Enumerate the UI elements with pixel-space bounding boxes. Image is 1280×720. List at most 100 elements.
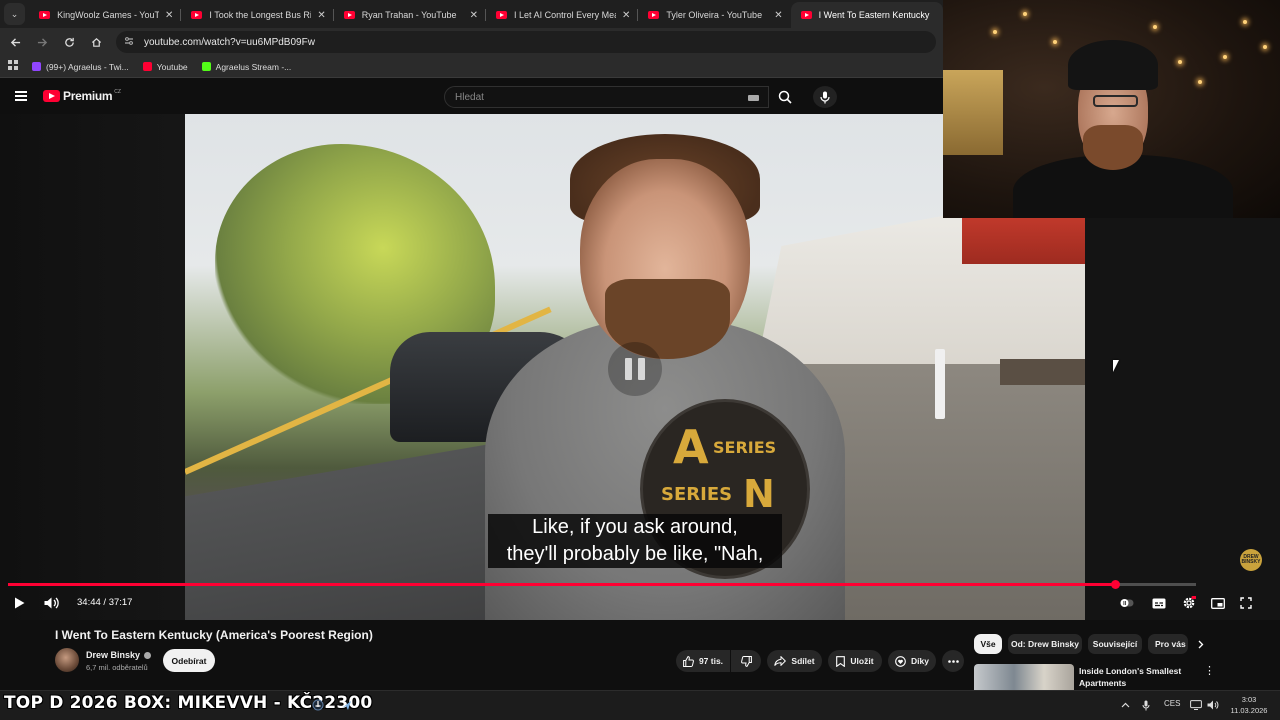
steam-icon[interactable] (338, 698, 354, 712)
progress-played (8, 583, 1115, 586)
back-arrow-icon[interactable] (3, 30, 27, 54)
subscriber-count: 6,7 mil. odběratelů (86, 663, 148, 672)
shirt-text: N (743, 472, 775, 516)
volume-icon (44, 597, 59, 609)
fullscreen-button[interactable] (1238, 594, 1254, 612)
microphone-icon (820, 91, 830, 103)
fullscreen-icon (1240, 597, 1252, 609)
tab-title: I Took the Longest Bus Ride in A (209, 10, 312, 20)
settings-button[interactable] (1180, 594, 1198, 612)
youtube-logo[interactable]: Premium CZ (43, 89, 121, 103)
thanks-icon (895, 655, 906, 667)
forward-arrow-icon[interactable] (30, 30, 54, 54)
volume-button[interactable] (42, 594, 60, 612)
progress-scrubber[interactable] (1110, 580, 1120, 589)
search-button[interactable] (769, 86, 801, 108)
thanks-button[interactable]: Díky (888, 650, 936, 672)
shirt-text: SERIES (661, 484, 733, 505)
site-info-icon[interactable] (124, 36, 134, 49)
bookmark-twitch[interactable]: (99+) Agraelus - Twi... (32, 62, 129, 72)
youtube-favicon-icon (191, 11, 203, 19)
pause-overlay-icon[interactable] (608, 342, 662, 396)
miniplayer-button[interactable] (1209, 594, 1227, 612)
channel-watermark[interactable]: DREW BINSKY (1240, 549, 1262, 571)
home-icon[interactable] (84, 30, 108, 54)
save-label: Uložit (850, 656, 874, 666)
browser-tab[interactable]: Ryan Trahan - YouTube ✕ (334, 2, 487, 28)
subtitles-button[interactable] (1151, 594, 1167, 612)
mouse-cursor-icon (1113, 360, 1119, 372)
apps-grid-icon[interactable] (8, 60, 18, 73)
address-bar[interactable]: youtube.com/watch?v=uu6MPdB09Fw (116, 31, 936, 53)
share-button[interactable]: Sdílet (767, 650, 822, 672)
network-icon[interactable] (1188, 698, 1204, 712)
browser-tab[interactable]: I Let AI Control Every Meal for 7 ✕ (486, 2, 639, 28)
chip-related[interactable]: Související (1088, 634, 1142, 654)
more-actions-button[interactable] (942, 650, 964, 672)
webcam-person-beard (1083, 125, 1143, 170)
progress-bar[interactable] (8, 580, 1196, 589)
browser-tab[interactable]: KingWoolz Games - YouTube ✕ (29, 2, 182, 28)
search-input[interactable]: Hledat (444, 86, 769, 108)
channel-name-text: Drew Binsky (86, 650, 141, 660)
tab-title: Ryan Trahan - YouTube (361, 10, 457, 20)
gear-icon (1183, 596, 1196, 609)
language-indicator[interactable]: CES (1164, 699, 1180, 708)
pinned-app-icon[interactable] (310, 698, 326, 712)
browser-tab-active[interactable]: I Went To Eastern Kentucky (790, 2, 943, 28)
browser-tab[interactable]: Tyler Oliveira - YouTube ✕ (638, 2, 790, 28)
tab-close-icon[interactable]: ✕ (470, 10, 478, 21)
save-button[interactable]: Uložit (828, 650, 882, 672)
webcam-poster (943, 70, 1003, 155)
microphone-tray-icon[interactable] (1138, 698, 1154, 712)
bookmark-label: Agraelus Stream -... (215, 61, 292, 72)
bookmarks-bar: (99+) Agraelus - Twi... Youtube Agraelus… (0, 56, 943, 78)
dislike-button[interactable] (731, 650, 761, 672)
tab-title: I Went To Eastern Kentucky (818, 10, 930, 20)
chips-next-button[interactable] (1190, 634, 1212, 654)
tab-search-button[interactable]: ⌄ (4, 3, 26, 25)
string-light (1178, 60, 1182, 64)
chip-for-you[interactable]: Pro vás (1148, 634, 1188, 654)
bookmark-kick[interactable]: Agraelus Stream -... (201, 61, 292, 72)
recommendation-title[interactable]: Inside London's Smallest Apartments (1079, 665, 1199, 689)
tab-close-icon[interactable]: ✕ (317, 10, 325, 21)
video-bench (1000, 359, 1085, 385)
verified-icon (144, 652, 152, 660)
thanks-label: Díky (911, 656, 929, 666)
chip-from-channel[interactable]: Od: Drew Binsky (1008, 634, 1082, 654)
chip-all[interactable]: Vše (974, 634, 1002, 654)
subscribe-button[interactable]: Odebírat (163, 649, 215, 672)
shirt-text: SERIES (713, 438, 777, 457)
keyboard-icon[interactable] (748, 95, 759, 101)
tab-close-icon[interactable]: ✕ (622, 10, 630, 21)
tab-close-icon[interactable]: ✕ (774, 10, 782, 21)
voice-search-button[interactable] (813, 86, 837, 108)
tab-close-icon[interactable]: ✕ (165, 10, 173, 21)
channel-avatar[interactable] (55, 648, 79, 672)
recommendation-menu-icon[interactable]: ⋮ (1204, 664, 1215, 677)
share-icon (774, 656, 787, 666)
tray-overflow-icon[interactable] (1117, 698, 1133, 712)
youtube-favicon-icon (343, 11, 355, 19)
speaker-icon[interactable] (1205, 698, 1221, 712)
menu-icon[interactable] (15, 91, 27, 101)
string-light (1243, 20, 1247, 24)
youtube-favicon-icon (496, 11, 508, 19)
like-button[interactable]: 97 tis. (676, 650, 730, 672)
string-light (1198, 80, 1202, 84)
tab-title: I Let AI Control Every Meal for 7 (514, 10, 616, 20)
bookmark-youtube[interactable]: Youtube (142, 62, 188, 72)
reload-icon[interactable] (57, 30, 81, 54)
autoplay-toggle[interactable] (1119, 594, 1135, 612)
browser-tab[interactable]: I Took the Longest Bus Ride in A ✕ (181, 2, 334, 28)
taskbar-clock[interactable]: 3:03 11.03.2026 (1226, 694, 1272, 716)
play-button[interactable] (11, 594, 27, 612)
string-light (993, 30, 997, 34)
search-icon (778, 90, 792, 104)
browser-tab-bar: ⌄ KingWoolz Games - YouTube ✕ I Took the… (0, 0, 943, 28)
logo-region: CZ (114, 89, 121, 95)
youtube-favicon-icon (800, 11, 812, 19)
subtitles-icon (1152, 598, 1166, 608)
channel-name[interactable]: Drew Binsky (86, 650, 152, 660)
